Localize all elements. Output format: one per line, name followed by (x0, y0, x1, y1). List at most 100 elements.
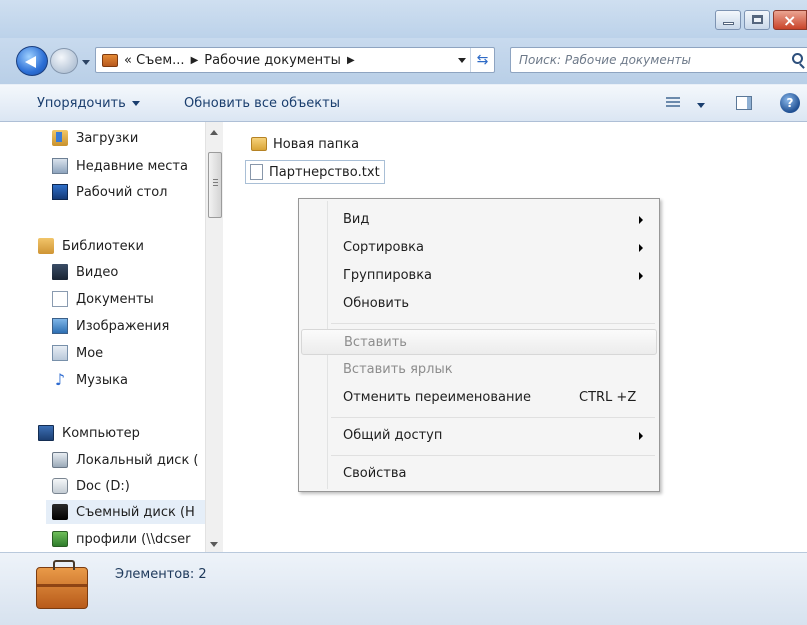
briefcase-icon (102, 53, 118, 67)
submenu-arrow-icon (639, 272, 643, 280)
network-drive-icon (52, 531, 68, 547)
libraries-icon (38, 238, 54, 254)
sidebar-item-label: Локальный диск ( (76, 452, 199, 468)
sidebar-item-music[interactable]: ♪ Музыка (52, 368, 128, 392)
organize-label: Упорядочить (37, 96, 126, 111)
minimize-button[interactable] (715, 10, 741, 30)
sidebar-item-label: Рабочий стол (76, 184, 168, 200)
sidebar-item-downloads[interactable]: Загрузки (52, 126, 138, 150)
scroll-thumb[interactable] (208, 152, 222, 218)
menu-item-label: Вставить (344, 335, 407, 350)
menu-item-label: Сортировка (343, 240, 424, 255)
refresh-all-button[interactable]: Обновить все объекты (184, 96, 340, 111)
organize-button[interactable]: Упорядочить (37, 96, 140, 111)
sidebar-item-local-disk[interactable]: Локальный диск ( (52, 448, 199, 472)
minimize-icon (723, 22, 734, 25)
grip-icon (213, 179, 218, 188)
sidebar-item-label: Музыка (76, 372, 128, 388)
submenu-arrow-icon (639, 432, 643, 440)
help-icon[interactable]: ? (780, 93, 800, 113)
menu-item-view[interactable]: Вид (301, 207, 657, 233)
sidebar-item-label: Doc (D:) (76, 478, 130, 494)
file-item-new-folder[interactable]: Новая папка (247, 132, 363, 156)
view-options-dropdown-icon[interactable] (697, 103, 705, 108)
sidebar-item-label: Документы (76, 291, 154, 307)
menu-item-sort[interactable]: Сортировка (301, 235, 657, 261)
navigation-scrollbar[interactable] (205, 122, 223, 552)
menu-item-undo-rename[interactable]: Отменить переименование CTRL +Z (301, 385, 657, 411)
sidebar-item-mine[interactable]: Мое (52, 341, 103, 365)
change-view-icon[interactable] (666, 97, 680, 109)
menu-item-label: Обновить (343, 296, 410, 311)
sidebar-item-libraries[interactable]: Библиотеки (38, 234, 144, 258)
item-count: Элементов: 2 (115, 567, 207, 582)
recent-pages-dropdown-icon[interactable] (82, 60, 90, 65)
sidebar-item-profiles[interactable]: профили (\\dcser (52, 527, 191, 551)
sidebar-item-removable-disk[interactable]: Съемный диск (H (46, 500, 206, 524)
sidebar-item-computer[interactable]: Компьютер (38, 421, 140, 445)
maximize-button[interactable] (744, 10, 770, 30)
window-controls: × (715, 10, 807, 30)
sidebar-item-label: Недавние места (76, 158, 188, 174)
sidebar-item-recent-places[interactable]: Недавние места (52, 154, 188, 178)
sidebar-item-label: Съемный диск (H (76, 504, 195, 520)
menu-item-label: Вставить ярлык (343, 362, 453, 377)
close-button[interactable]: × (773, 10, 807, 30)
menu-item-shortcut: CTRL +Z (579, 390, 637, 405)
sidebar-item-label: профили (\\dcser (76, 531, 191, 547)
breadcrumb-separator-icon[interactable]: ▶ (191, 55, 199, 66)
menu-item-paste[interactable]: Вставить (301, 329, 657, 355)
menu-item-label: Отменить переименование (343, 390, 531, 405)
menu-item-share[interactable]: Общий доступ (301, 423, 657, 449)
file-name: Партнерство.txt (269, 164, 380, 180)
sidebar-item-label: Библиотеки (62, 238, 144, 254)
menu-separator (331, 417, 655, 418)
preview-pane-icon[interactable] (736, 96, 752, 110)
documents-icon (52, 291, 68, 307)
search-input[interactable]: Поиск: Рабочие документы (510, 47, 807, 73)
details-pane: Элементов: 2 (0, 552, 807, 625)
breadcrumb-work-documents[interactable]: Рабочие документы (204, 53, 341, 68)
breadcrumb-separator-icon[interactable]: ▶ (347, 55, 355, 66)
sidebar-item-video[interactable]: Видео (52, 260, 118, 284)
sidebar-item-documents[interactable]: Документы (52, 287, 154, 311)
computer-icon (38, 425, 54, 441)
submenu-arrow-icon (639, 244, 643, 252)
file-name: Новая папка (273, 136, 360, 152)
images-icon (52, 318, 68, 334)
sidebar-item-label: Мое (76, 345, 104, 361)
folder-icon (251, 137, 267, 151)
sidebar-item-images[interactable]: Изображения (52, 314, 169, 338)
menu-item-label: Свойства (343, 466, 407, 481)
back-button[interactable] (16, 46, 48, 76)
briefcase-icon (36, 560, 88, 609)
close-icon: × (783, 11, 797, 30)
menu-item-properties[interactable]: Свойства (301, 461, 657, 487)
submenu-arrow-icon (639, 216, 643, 224)
file-item-partnership-txt[interactable]: Партнерство.txt (245, 160, 385, 184)
search-icon[interactable] (792, 53, 803, 64)
sidebar-item-label: Компьютер (62, 425, 140, 441)
desktop-icon (52, 184, 68, 200)
scroll-up-icon[interactable] (210, 130, 218, 135)
refresh-icon[interactable]: ⇆ (470, 48, 494, 72)
sidebar-item-desktop[interactable]: Рабочий стол (52, 180, 167, 204)
menu-item-refresh[interactable]: Обновить (301, 291, 657, 317)
forward-button[interactable] (50, 48, 78, 74)
address-row: « Съем... ▶ Рабочие документы ▶ ⇆ Поиск:… (0, 38, 807, 84)
title-bar: × (0, 0, 807, 38)
music-icon: ♪ (54, 370, 66, 389)
dvd-drive-icon (52, 478, 68, 494)
removable-disk-icon (52, 504, 68, 520)
context-menu: Вид Сортировка Группировка Обновить Вста… (298, 198, 660, 492)
address-bar[interactable]: « Съем... ▶ Рабочие документы ▶ ⇆ (95, 47, 495, 73)
menu-item-group[interactable]: Группировка (301, 263, 657, 289)
sidebar-item-doc-drive[interactable]: Doc (D:) (52, 474, 130, 498)
menu-item-paste-shortcut[interactable]: Вставить ярлык (301, 357, 657, 383)
text-file-icon (250, 164, 263, 180)
menu-item-label: Группировка (343, 268, 433, 283)
navigation-pane: Загрузки Недавние места Рабочий стол Биб… (0, 122, 225, 552)
scroll-down-icon[interactable] (210, 542, 218, 547)
address-history-dropdown-icon[interactable] (458, 58, 466, 63)
breadcrumb-removable-disk[interactable]: « Съем... (124, 53, 185, 68)
